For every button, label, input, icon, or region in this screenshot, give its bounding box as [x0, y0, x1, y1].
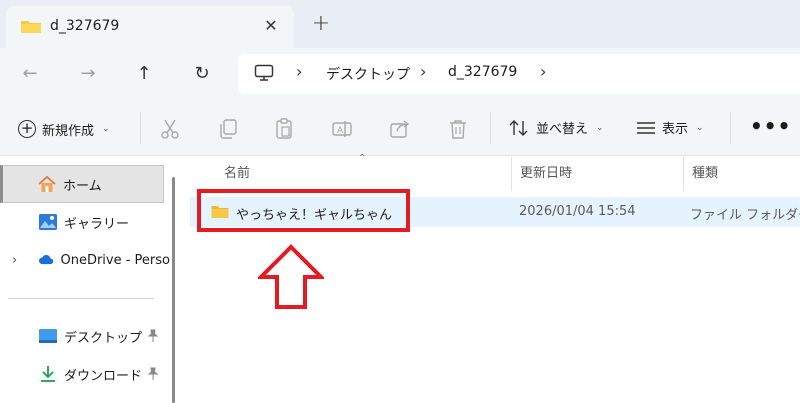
home-icon: [38, 175, 56, 192]
sidebar-divider: [8, 298, 154, 299]
column-header-date[interactable]: 更新日時: [520, 157, 572, 191]
svg-text:A: A: [337, 126, 344, 136]
sidebar-item-label: デスクトップ: [64, 330, 143, 346]
cut-icon[interactable]: [158, 117, 182, 141]
paste-icon[interactable]: [272, 117, 296, 141]
download-icon: [41, 366, 55, 382]
toolbar-divider: [490, 112, 491, 144]
sidebar-item-gallery[interactable]: ギャラリー: [0, 203, 164, 241]
pin-icon[interactable]: [146, 367, 160, 381]
tab-title: d_327679: [50, 18, 120, 34]
column-header-name[interactable]: 名前: [224, 157, 250, 191]
up-button[interactable]: ↑: [130, 60, 158, 88]
pin-icon[interactable]: [146, 329, 160, 343]
row-type: ファイル フォルダー: [690, 208, 800, 223]
toolbar-divider: [140, 112, 141, 144]
sidebar-item-label: ギャラリー: [64, 216, 130, 232]
chevron-right-icon[interactable]: ›: [540, 62, 546, 81]
breadcrumb-desktop[interactable]: デスクトップ: [326, 64, 410, 84]
sort-button-label: 並べ替え: [536, 122, 589, 137]
row-date: 2026/01/04 15:54: [519, 204, 636, 219]
annotation-up-arrow-icon: [258, 244, 324, 309]
column-header-type[interactable]: 種類: [692, 157, 718, 191]
column-divider[interactable]: [683, 157, 684, 191]
sidebar-item-label: ホーム: [63, 178, 102, 194]
desktop-icon: [39, 329, 57, 343]
command-bar: + 新規作成 ⌄ A 並べ替え ⌄ 表示 ⌄ •••: [0, 100, 800, 156]
rename-icon[interactable]: A: [330, 117, 354, 141]
chevron-right-icon[interactable]: ›: [296, 62, 302, 81]
more-options-button[interactable]: •••: [750, 114, 791, 138]
copy-icon[interactable]: [216, 117, 240, 141]
chevron-right-icon[interactable]: ›: [420, 62, 426, 81]
back-button[interactable]: ←: [16, 60, 44, 88]
sidebar-item-label: ダウンロード: [64, 368, 143, 384]
sort-ascending-icon: ⌃: [358, 153, 367, 164]
navigation-pane: ホーム ギャラリー › OneDrive - Perso デスクトップ ダウンロ…: [0, 157, 180, 403]
new-tab-button[interactable]: +: [309, 12, 333, 36]
cloud-icon: [39, 255, 54, 265]
chevron-down-icon: ⌄: [102, 124, 110, 134]
sidebar-item-downloads[interactable]: ダウンロード: [0, 355, 164, 393]
new-button-label: 新規作成: [42, 123, 95, 139]
tab-bar: d_327679 ✕ +: [0, 0, 800, 48]
sidebar-item-onedrive[interactable]: › OneDrive - Perso: [0, 241, 170, 279]
refresh-button[interactable]: ↻: [188, 60, 216, 88]
forward-button[interactable]: →: [74, 60, 102, 88]
chevron-down-icon: ⌄: [696, 122, 704, 133]
view-button[interactable]: 表示 ⌄: [636, 118, 704, 137]
sidebar-scrollbar[interactable]: [172, 177, 175, 403]
computer-icon: [254, 64, 274, 81]
navigation-bar: ← → ↑ ↻ › デスクトップ › d_327679 ›: [0, 48, 800, 100]
chevron-right-icon[interactable]: ›: [12, 253, 17, 268]
sidebar-item-home[interactable]: ホーム: [0, 165, 164, 203]
tab-active[interactable]: d_327679 ✕: [6, 6, 294, 48]
chevron-down-icon: ⌄: [596, 122, 604, 133]
address-bar[interactable]: › デスクトップ › d_327679 ›: [238, 54, 800, 94]
list-view-icon: [637, 121, 655, 134]
view-button-label: 表示: [662, 122, 689, 137]
annotation-highlight-box: [197, 189, 410, 232]
sidebar-item-label: OneDrive - Perso: [60, 252, 170, 268]
folder-icon: [21, 21, 41, 33]
toolbar-divider: [730, 112, 731, 144]
sort-icon: [509, 119, 528, 136]
close-tab-button[interactable]: ✕: [260, 15, 282, 37]
breadcrumb-current-folder[interactable]: d_327679: [448, 64, 517, 80]
share-icon[interactable]: [388, 117, 412, 141]
column-divider[interactable]: [511, 157, 512, 191]
sort-button[interactable]: 並べ替え ⌄: [508, 118, 604, 137]
gallery-icon: [39, 214, 57, 230]
new-button[interactable]: + 新規作成 ⌄: [18, 118, 110, 140]
delete-icon[interactable]: [446, 117, 470, 141]
sidebar-item-desktop[interactable]: デスクトップ: [0, 317, 164, 355]
plus-icon: +: [18, 120, 36, 138]
